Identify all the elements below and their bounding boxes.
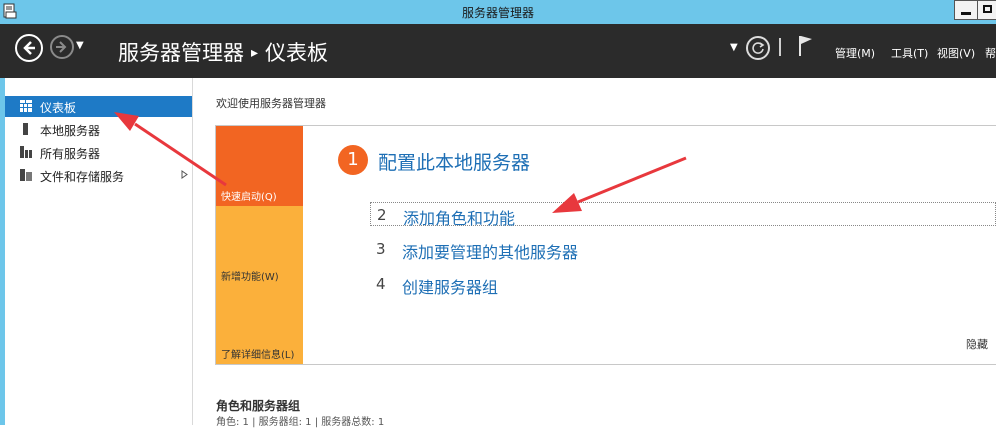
tile-whats-new[interactable]: 新增功能(W) xyxy=(216,206,303,286)
local-server-icon xyxy=(23,123,28,135)
sidebar-item-all-servers[interactable]: 所有服务器 xyxy=(5,142,192,163)
back-button[interactable] xyxy=(15,34,43,62)
roles-server-groups-summary: 角色: 1 | 服务器组: 1 | 服务器总数: 1 xyxy=(216,417,385,428)
roles-server-groups-title: 角色和服务器组 xyxy=(216,399,301,413)
hide-link[interactable]: 隐藏 xyxy=(966,336,988,352)
sidebar-item-file-storage[interactable]: 文件和存储服务 xyxy=(5,165,192,186)
step-1-number-badge: 1 xyxy=(338,145,368,175)
refresh-button[interactable] xyxy=(746,36,770,60)
tile-learn-more[interactable]: 了解详细信息(L) xyxy=(216,286,303,364)
step-number: 4 xyxy=(376,275,386,293)
sidebar-item-label: 文件和存储服务 xyxy=(40,170,125,184)
configure-local-server-link[interactable]: 配置此本地服务器 xyxy=(378,148,530,175)
menu-help[interactable]: 帮 xyxy=(985,45,996,61)
window-title: 服务器管理器 xyxy=(461,6,534,20)
notifications-flag-icon[interactable] xyxy=(798,34,814,58)
add-other-servers-row[interactable]: 3 添加要管理的其他服务器 xyxy=(370,237,996,263)
add-other-servers-link[interactable]: 添加要管理的其他服务器 xyxy=(402,239,578,263)
create-server-group-row[interactable]: 4 创建服务器组 xyxy=(370,272,996,298)
add-roles-features-row[interactable]: 2 添加角色和功能 xyxy=(370,202,996,229)
menu-manage[interactable]: 管理(M) xyxy=(835,45,875,61)
tile-quick-start[interactable]: 快速启动(Q) xyxy=(216,126,303,206)
all-servers-icon xyxy=(20,146,32,158)
menu-view[interactable]: 视图(V) xyxy=(937,45,975,61)
tile-label: 了解详细信息(L) xyxy=(221,350,295,361)
breadcrumb-separator-icon: ▸ xyxy=(251,45,259,61)
arrow-right-icon xyxy=(56,41,67,53)
arrow-left-icon xyxy=(23,41,35,55)
forward-button[interactable] xyxy=(50,35,74,59)
sidebar-item-label: 仪表板 xyxy=(40,101,77,115)
breadcrumb: 服务器管理器 ▸ 仪表板 xyxy=(118,37,328,67)
welcome-heading: 欢迎使用服务器管理器 xyxy=(216,97,326,110)
sidebar-item-dashboard[interactable]: 仪表板 xyxy=(5,96,192,117)
minimize-button[interactable] xyxy=(954,0,978,20)
breadcrumb-root[interactable]: 服务器管理器 xyxy=(118,41,244,65)
breadcrumb-current: 仪表板 xyxy=(265,41,329,65)
file-storage-icon xyxy=(20,169,32,181)
sidebar-item-label: 本地服务器 xyxy=(40,124,101,138)
expand-arrow-icon[interactable] xyxy=(181,170,188,179)
step-number: 3 xyxy=(376,240,386,258)
header-toolbar: ▼ 服务器管理器 ▸ 仪表板 ▼ 管理(M) 工具(T) 视图(V) 帮 xyxy=(0,24,996,78)
maximize-button[interactable] xyxy=(977,0,996,20)
history-dropdown-icon[interactable]: ▼ xyxy=(76,40,84,51)
sidebar-item-local-server[interactable]: 本地服务器 xyxy=(5,119,192,140)
tile-label: 快速启动(Q) xyxy=(221,192,277,203)
toolbar-divider xyxy=(779,38,781,56)
refresh-icon xyxy=(752,42,765,54)
step-number: 2 xyxy=(377,206,387,224)
window-title-bar: 服务器管理器 xyxy=(0,0,996,24)
dashboard-grid-icon xyxy=(20,100,32,112)
menu-tools[interactable]: 工具(T) xyxy=(891,45,928,61)
add-roles-features-link[interactable]: 添加角色和功能 xyxy=(403,205,515,229)
tile-label: 新增功能(W) xyxy=(221,272,279,283)
create-server-group-link[interactable]: 创建服务器组 xyxy=(402,274,498,298)
refresh-dropdown-icon[interactable]: ▼ xyxy=(730,42,738,53)
sidebar-item-label: 所有服务器 xyxy=(40,147,101,161)
